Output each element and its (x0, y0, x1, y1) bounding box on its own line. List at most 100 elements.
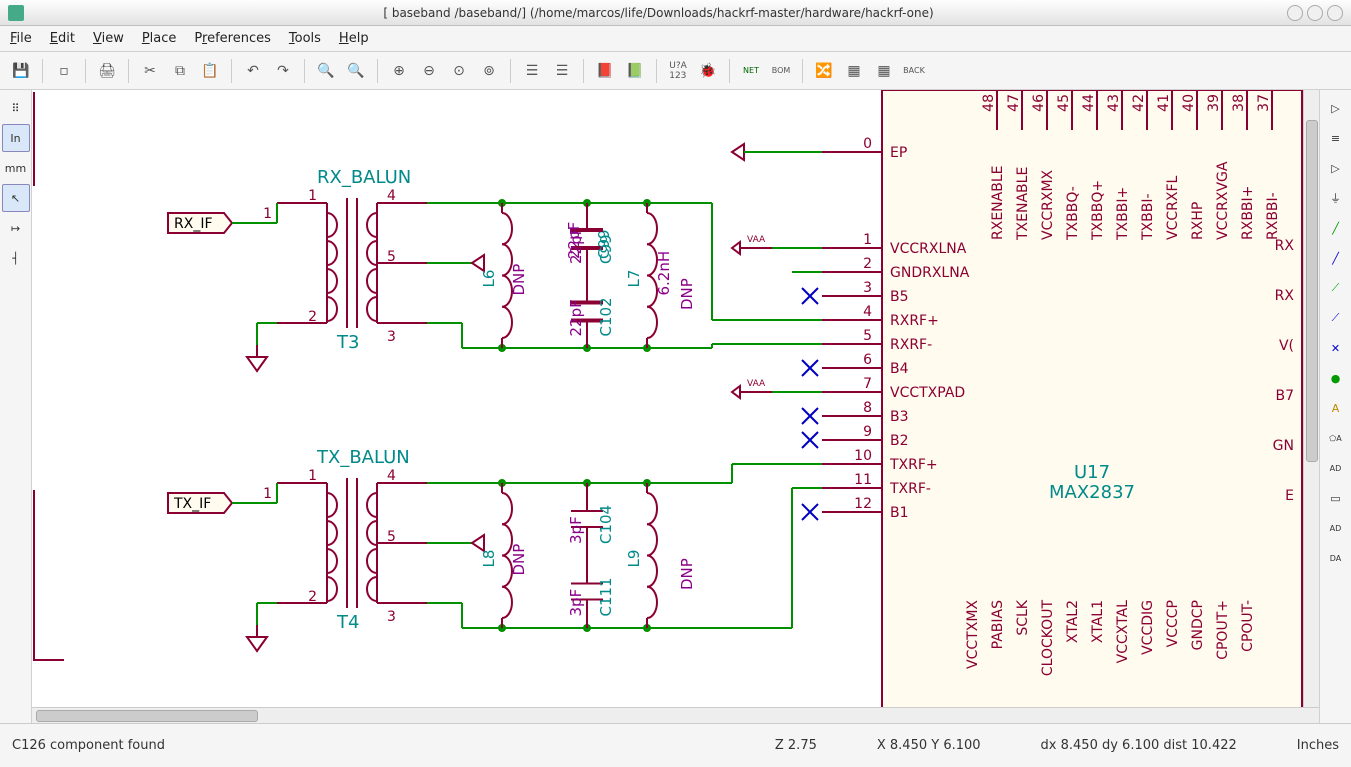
left-toolbar: ⠿ In mm ↖ ↦ ┤ (0, 90, 32, 723)
erc-icon[interactable]: 🐞 (695, 58, 721, 84)
lib-browse-icon[interactable]: 📕 (592, 58, 618, 84)
redo-icon[interactable]: ↷ (270, 58, 296, 84)
cvpcb-icon[interactable]: 🔀 (811, 58, 837, 84)
zoom-out-icon[interactable]: ⊖ (416, 58, 442, 84)
svg-text:6.2nH: 6.2nH (655, 251, 673, 296)
svg-text:RX: RX (1275, 288, 1295, 304)
page-icon[interactable]: ▫ (51, 58, 77, 84)
hier-label-icon[interactable]: AD (1322, 454, 1350, 482)
svg-text:VCCRXLNA: VCCRXLNA (890, 241, 967, 257)
netlist-icon[interactable]: NET (738, 58, 764, 84)
global-label-icon[interactable]: ⬠A (1322, 424, 1350, 452)
zoom-refresh-icon[interactable]: ⊚ (476, 58, 502, 84)
close-button[interactable] (1327, 5, 1343, 21)
maximize-button[interactable] (1307, 5, 1323, 21)
svg-text:SCLK: SCLK (1015, 599, 1031, 635)
place-power-icon[interactable]: ⏚ (1322, 184, 1350, 212)
leave-sheet-icon[interactable]: ☰ (549, 58, 575, 84)
copy-icon[interactable]: ⧉ (167, 58, 193, 84)
cursor-shape-icon[interactable]: ↖ (2, 184, 30, 212)
svg-text:0: 0 (863, 136, 872, 152)
svg-text:5: 5 (387, 249, 396, 265)
print-icon[interactable]: 🖨 (94, 58, 120, 84)
menu-edit[interactable]: Edit (50, 31, 75, 46)
svg-text:RX_BALUN: RX_BALUN (317, 167, 411, 188)
minimize-button[interactable] (1287, 5, 1303, 21)
footprint-icon[interactable]: ▦ (871, 58, 897, 84)
select-icon[interactable]: ▷ (1322, 94, 1350, 122)
hierarchy-icon[interactable]: ☰ (519, 58, 545, 84)
svg-text:E: E (1285, 488, 1294, 504)
svg-text:C104: C104 (597, 505, 615, 544)
units-mm-button[interactable]: mm (2, 154, 30, 182)
svg-text:L9: L9 (625, 550, 643, 568)
svg-text:U17: U17 (1074, 462, 1110, 483)
svg-text:3: 3 (863, 280, 872, 296)
svg-text:3pF: 3pF (567, 589, 585, 617)
place-bus-icon[interactable]: ╱ (1322, 244, 1350, 272)
svg-text:RXBBI+: RXBBI+ (1240, 186, 1256, 240)
status-message: C126 component found (12, 738, 165, 753)
menu-place[interactable]: Place (142, 31, 177, 46)
svg-text:TXENABLE: TXENABLE (1015, 167, 1031, 241)
svg-text:GN: GN (1273, 438, 1294, 454)
svg-text:22pF: 22pF (567, 299, 585, 336)
vertical-scrollbar[interactable] (1303, 90, 1319, 707)
place-component-icon[interactable]: ▷ (1322, 154, 1350, 182)
menu-view[interactable]: View (93, 31, 124, 46)
svg-text:DNP: DNP (510, 544, 528, 576)
wire-entry-icon[interactable]: ⟋ (1322, 274, 1350, 302)
menu-tools[interactable]: Tools (289, 31, 321, 46)
schematic-canvas[interactable]: U17MAX28370EP1VCCRXLNA2GNDRXLNA3B54RXRF+… (32, 90, 1319, 707)
svg-text:10: 10 (854, 448, 872, 464)
place-wire-icon[interactable]: ╱ (1322, 214, 1350, 242)
pcbnew-icon[interactable]: ▦ (841, 58, 867, 84)
menu-file[interactable]: File (10, 31, 32, 46)
svg-text:47: 47 (1006, 94, 1022, 112)
svg-text:C102: C102 (597, 297, 615, 336)
bom-icon[interactable]: BOM (768, 58, 794, 84)
svg-text:VCCTXMX: VCCTXMX (965, 600, 981, 669)
hidden-pins-icon[interactable]: ↦ (2, 214, 30, 242)
svg-text:PABIAS: PABIAS (990, 600, 1006, 649)
svg-text:VAA: VAA (747, 379, 766, 389)
svg-text:CPOUT-: CPOUT- (1240, 600, 1256, 652)
units-in-button[interactable]: In (2, 124, 30, 152)
svg-text:TXRF+: TXRF+ (889, 457, 938, 473)
menu-preferences[interactable]: Preferences (194, 31, 270, 46)
highlight-net-icon[interactable]: ≡ (1322, 124, 1350, 152)
svg-text:TXBBI+: TXBBI+ (1115, 187, 1131, 241)
svg-text:C111: C111 (597, 577, 615, 616)
zoom-region-icon[interactable]: 🔍 (343, 58, 369, 84)
svg-text:3: 3 (387, 329, 396, 345)
import-hier-icon[interactable]: AD (1322, 514, 1350, 542)
grid-icon[interactable]: ⠿ (2, 94, 30, 122)
svg-text:VCCCP: VCCCP (1165, 600, 1181, 647)
lib-edit-icon[interactable]: 📗 (622, 58, 648, 84)
save-icon[interactable]: 💾 (8, 58, 34, 84)
bus-direction-icon[interactable]: ┤ (2, 244, 30, 272)
menu-bar: File Edit View Place Preferences Tools H… (0, 26, 1351, 52)
paste-icon[interactable]: 📋 (197, 58, 223, 84)
horizontal-scrollbar[interactable] (32, 707, 1319, 723)
undo-icon[interactable]: ↶ (240, 58, 266, 84)
status-dxy: dx 8.450 dy 6.100 dist 10.422 (1041, 738, 1237, 753)
no-connect-icon[interactable]: ✕ (1322, 334, 1350, 362)
zoom-fit-icon[interactable]: ⊙ (446, 58, 472, 84)
cut-icon[interactable]: ✂ (137, 58, 163, 84)
back-icon[interactable]: BACK (901, 58, 927, 84)
svg-text:VCCXTAL: VCCXTAL (1115, 600, 1131, 664)
status-zoom: Z 2.75 (775, 738, 817, 753)
svg-text:VAA: VAA (747, 235, 766, 245)
bus-entry-icon[interactable]: ⟋ (1322, 304, 1350, 332)
menu-help[interactable]: Help (339, 31, 369, 46)
hier-pin-icon[interactable]: DA (1322, 544, 1350, 572)
svg-text:1: 1 (263, 486, 272, 502)
annotate-icon[interactable]: U?A123 (665, 58, 691, 84)
right-toolbar: ▷ ≡ ▷ ⏚ ╱ ╱ ⟋ ⟋ ✕ ● A ⬠A AD ▭ AD DA (1319, 90, 1351, 723)
hier-sheet-icon[interactable]: ▭ (1322, 484, 1350, 512)
junction-icon[interactable]: ● (1322, 364, 1350, 392)
net-label-icon[interactable]: A (1322, 394, 1350, 422)
find-icon[interactable]: 🔍 (313, 58, 339, 84)
zoom-in-icon[interactable]: ⊕ (386, 58, 412, 84)
